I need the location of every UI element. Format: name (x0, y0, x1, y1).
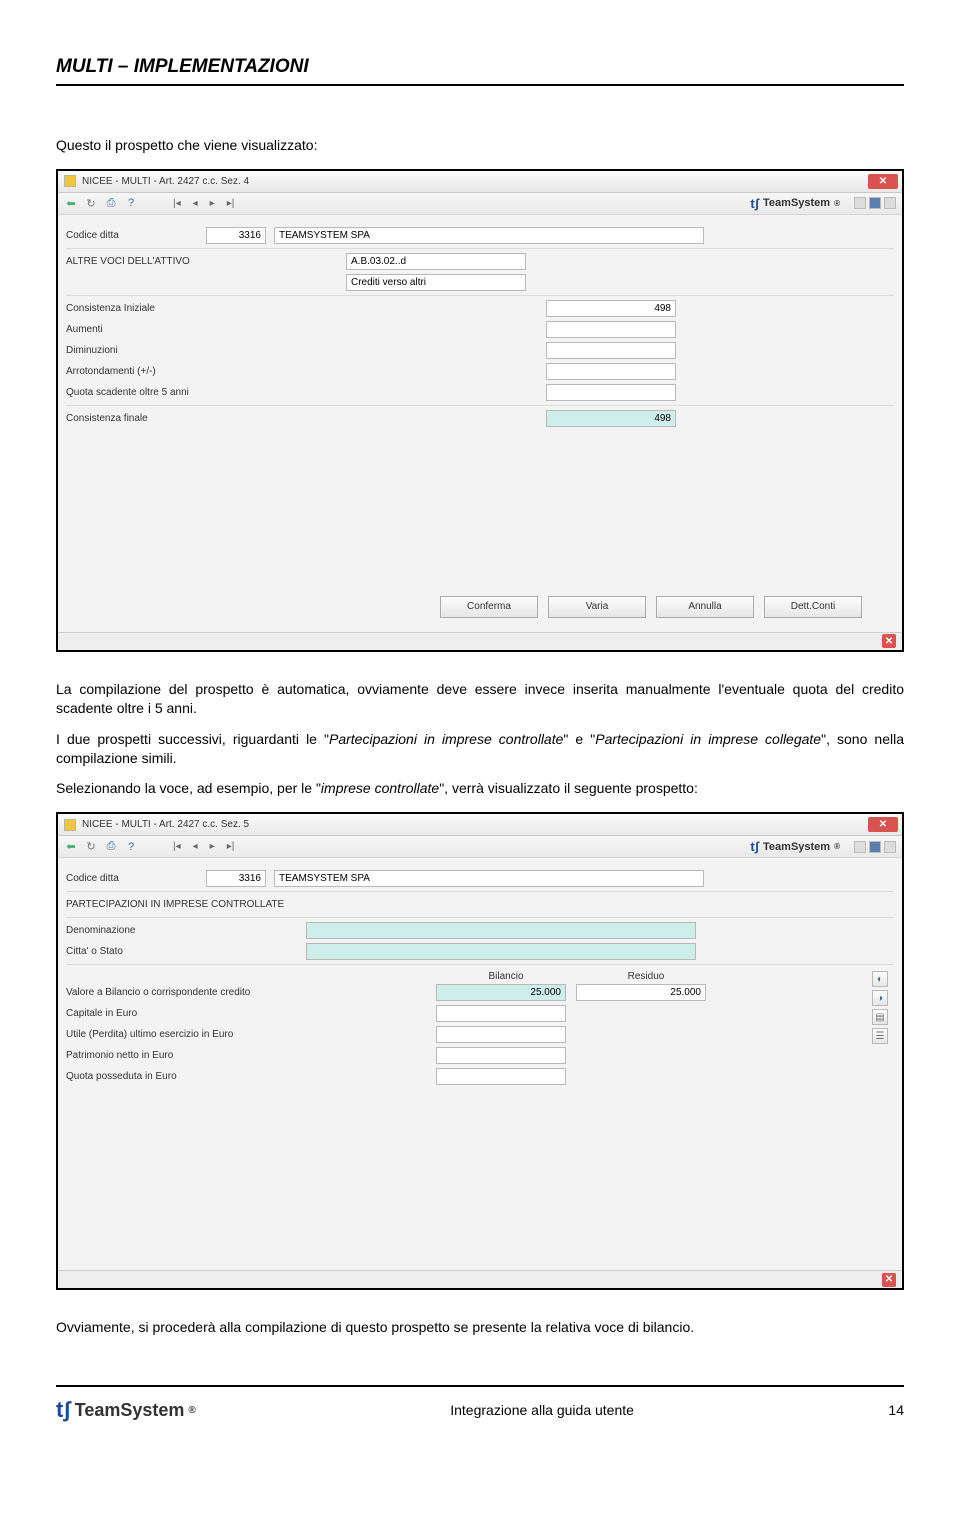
window-title: NICEE - MULTI - Art. 2427 c.c. Sez. 5 (82, 819, 249, 830)
bilancio-field[interactable] (436, 1047, 566, 1064)
codice-ditta-label: Codice ditta (66, 230, 206, 241)
intro-paragraph: Questo il prospetto che viene visualizza… (56, 136, 904, 155)
bilancio-field[interactable] (436, 1068, 566, 1085)
nav-last-icon[interactable]: ▸| (224, 841, 238, 852)
citta-label: Citta' o Stato (66, 946, 306, 957)
print-icon[interactable]: ⎙ (104, 196, 118, 210)
footer-page-number: 14 (888, 1402, 904, 1418)
value-field[interactable] (546, 321, 676, 338)
tool-box-icon[interactable] (869, 841, 881, 853)
desc-voce-field[interactable]: Crediti verso altri (346, 274, 526, 291)
conferma-button[interactable]: Conferma (440, 596, 538, 618)
tool-box-icon[interactable] (884, 197, 896, 209)
col-residuo-header: Residuo (576, 971, 716, 982)
codice-ditta-field[interactable]: 3316 (206, 870, 266, 887)
codice-voce-field[interactable]: A.B.03.02..d (346, 253, 526, 270)
row-label: Patrimonio netto in Euro (66, 1050, 436, 1061)
consistenza-finale-label: Consistenza finale (66, 413, 546, 424)
tool-box-icon[interactable] (869, 197, 881, 209)
screenshot-2: NICEE - MULTI - Art. 2427 c.c. Sez. 5 ✕ … (56, 812, 904, 1290)
section-label: ALTRE VOCI DELL'ATTIVO (66, 256, 346, 267)
bilancio-field[interactable] (436, 1005, 566, 1022)
denominazione-field[interactable] (306, 922, 696, 939)
row-label: Quota scadente oltre 5 anni (66, 387, 546, 398)
row-label: Capitale in Euro (66, 1008, 436, 1019)
body-paragraph: Ovviamente, si procederà alla compilazio… (56, 1318, 904, 1337)
row-label: Valore a Bilancio o corrispondente credi… (66, 987, 436, 998)
row-label: Consistenza Iniziale (66, 303, 546, 314)
denominazione-label: Denominazione (66, 925, 306, 936)
nav-next-icon[interactable]: ▸ (207, 841, 218, 852)
ditta-nome-field[interactable]: TEAMSYSTEM SPA (274, 227, 704, 244)
bilancio-field[interactable] (436, 1026, 566, 1043)
nav-last-icon[interactable]: ▸| (224, 198, 238, 209)
nav-prev-icon[interactable]: ◂ (190, 841, 201, 852)
consistenza-finale-field[interactable]: 498 (546, 410, 676, 427)
col-bilancio-header: Bilancio (436, 971, 576, 982)
titlebar: NICEE - MULTI - Art. 2427 c.c. Sez. 5 ✕ (58, 814, 902, 836)
toolbar: ⬅ ↻ ⎙ ? |◂ ◂ ▸ ▸| tʃTeamSystem® (58, 193, 902, 215)
help-icon[interactable]: ? (124, 196, 138, 210)
body-paragraph: La compilazione del prospetto è automati… (56, 680, 904, 718)
copy-row-icon[interactable]: ▤ (872, 1009, 888, 1025)
nav-prev-icon[interactable]: ◂ (190, 198, 201, 209)
footer-brand: tʃTeamSystem® (56, 1397, 196, 1423)
brand-logo: tʃTeamSystem® (750, 196, 840, 211)
row-label: Quota posseduta in Euro (66, 1071, 436, 1082)
tool-box-icon[interactable] (884, 841, 896, 853)
page-header: MULTI – IMPLEMENTAZIONI (56, 56, 904, 86)
ditta-nome-field[interactable]: TEAMSYSTEM SPA (274, 870, 704, 887)
help-icon[interactable]: ? (124, 840, 138, 854)
value-field[interactable] (546, 342, 676, 359)
brand-logo: tʃTeamSystem® (750, 839, 840, 854)
nav-first-icon[interactable]: |◂ (170, 198, 184, 209)
statusbar: ✕ (58, 1270, 902, 1288)
body-paragraph: Selezionando la voce, ad esempio, per le… (56, 779, 904, 798)
tool-box-icon[interactable] (854, 841, 866, 853)
refresh-icon[interactable]: ↻ (84, 840, 98, 854)
varia-button[interactable]: Varia (548, 596, 646, 618)
value-field[interactable]: 498 (546, 300, 676, 317)
row-label: Utile (Perdita) ultimo esercizio in Euro (66, 1029, 436, 1040)
annulla-button[interactable]: Annulla (656, 596, 754, 618)
titlebar: NICEE - MULTI - Art. 2427 c.c. Sez. 4 ✕ (58, 171, 902, 193)
statusbar: ✕ (58, 632, 902, 650)
arrow-left-icon[interactable]: ⬅ (64, 840, 78, 854)
close-button[interactable]: ✕ (868, 817, 898, 832)
row-label: Aumenti (66, 324, 546, 335)
refresh-icon[interactable]: ↻ (84, 196, 98, 210)
nav-first-icon[interactable]: |◂ (170, 841, 184, 852)
bilancio-field[interactable]: 25.000 (436, 984, 566, 1001)
nav-next-icon[interactable]: ▸ (207, 198, 218, 209)
codice-ditta-label: Codice ditta (66, 873, 206, 884)
section-label: PARTECIPAZIONI IN IMPRESE CONTROLLATE (66, 899, 284, 910)
row-label: Arrotondamenti (+/-) (66, 366, 546, 377)
dettconti-button[interactable]: Dett.Conti (764, 596, 862, 618)
close-badge-icon[interactable]: ✕ (882, 634, 896, 648)
residuo-field[interactable]: 25.000 (576, 984, 706, 1001)
close-button[interactable]: ✕ (868, 174, 898, 189)
list-row-icon[interactable]: ☰ (872, 1028, 888, 1044)
window-title: NICEE - MULTI - Art. 2427 c.c. Sez. 4 (82, 176, 249, 187)
row-label: Diminuzioni (66, 345, 546, 356)
app-icon (64, 819, 76, 831)
close-badge-icon[interactable]: ✕ (882, 1273, 896, 1287)
app-icon (64, 175, 76, 187)
arrow-left-icon[interactable]: ⬅ (64, 196, 78, 210)
print-icon[interactable]: ⎙ (104, 840, 118, 854)
toolbar: ⬅ ↻ ⎙ ? |◂ ◂ ▸ ▸| tʃTeamSystem® (58, 836, 902, 858)
page-footer: tʃTeamSystem® Integrazione alla guida ut… (56, 1385, 904, 1423)
body-paragraph: I due prospetti successivi, riguardanti … (56, 730, 904, 768)
screenshot-1: NICEE - MULTI - Art. 2427 c.c. Sez. 4 ✕ … (56, 169, 904, 652)
footer-center-text: Integrazione alla guida utente (450, 1402, 634, 1418)
remove-row-icon[interactable]: ◑ (872, 990, 888, 1006)
codice-ditta-field[interactable]: 3316 (206, 227, 266, 244)
citta-field[interactable] (306, 943, 696, 960)
value-field[interactable] (546, 384, 676, 401)
tool-box-icon[interactable] (854, 197, 866, 209)
add-row-icon[interactable]: ◐ (872, 971, 888, 987)
value-field[interactable] (546, 363, 676, 380)
